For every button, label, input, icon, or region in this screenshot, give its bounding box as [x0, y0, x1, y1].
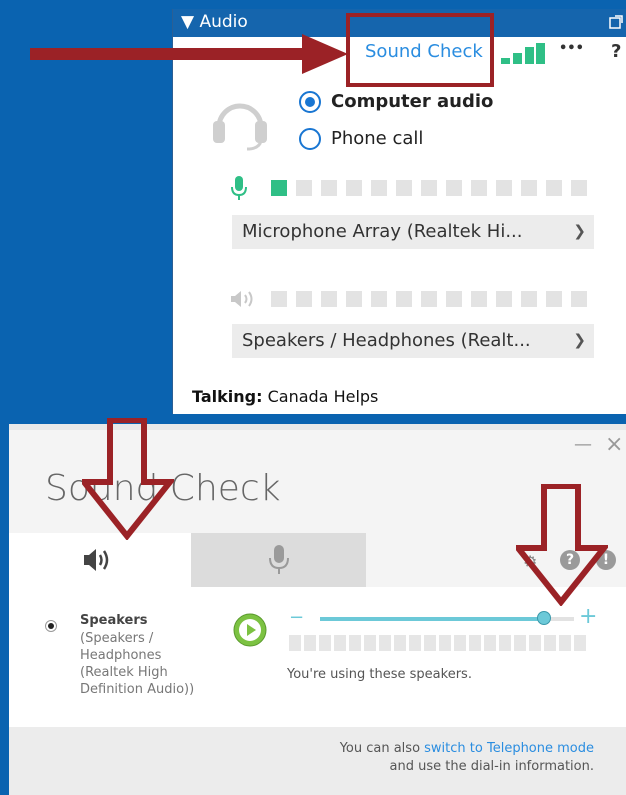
speaker-icon: [84, 549, 109, 571]
speaker-level-meter: [271, 291, 591, 309]
speaker-test-meter: [289, 635, 589, 651]
talking-label: Talking:: [192, 387, 263, 406]
down-arrow-right-annotation: [516, 484, 608, 606]
volume-slider-fill: [320, 617, 544, 621]
microphone-select-value: Microphone Array (Realtek Hi...: [242, 221, 523, 242]
volume-slider-thumb[interactable]: [536, 611, 551, 625]
audio-title[interactable]: ▼ Audio: [181, 12, 248, 32]
telephone-mode-link[interactable]: switch to Telephone mode: [424, 741, 594, 756]
more-options-button[interactable]: •••: [559, 41, 584, 56]
popout-icon[interactable]: [609, 15, 623, 29]
chevron-down-icon: ❯: [573, 331, 586, 349]
speaker-select[interactable]: Speakers / Headphones (Realt... ❯: [232, 324, 594, 358]
headset-icon: [213, 103, 267, 151]
microphone-level-meter: [271, 180, 591, 198]
device-detail: (Speakers / Headphones (Realtek High Def…: [80, 631, 195, 697]
right-arrow-annotation: [30, 34, 348, 74]
close-button[interactable]: ×: [605, 432, 623, 457]
help-button[interactable]: ?: [611, 41, 621, 62]
speaker-select-value: Speakers / Headphones (Realt...: [242, 330, 531, 351]
footer-suffix: and use the dial-in information.: [389, 759, 594, 774]
sound-check-footer: You can also switch to Telephone mode an…: [9, 727, 626, 795]
tab-microphone[interactable]: [191, 533, 366, 587]
microphone-select[interactable]: Microphone Array (Realtek Hi... ❯: [232, 215, 594, 249]
device-name: Speakers: [80, 613, 148, 628]
talking-indicator: Talking: Canada Helps: [192, 387, 378, 406]
phone-call-radio[interactable]: [299, 128, 321, 150]
footer-prefix: You can also: [339, 741, 425, 756]
speaker-device-radio[interactable]: [45, 620, 57, 632]
computer-audio-label[interactable]: Computer audio: [331, 91, 493, 112]
speaker-panel: Speakers (Speakers / Headphones (Realtek…: [9, 587, 626, 727]
speaker-volume-icon: [231, 291, 253, 307]
computer-audio-radio[interactable]: [299, 91, 321, 113]
volume-slider[interactable]: [320, 611, 574, 625]
play-test-sound-button[interactable]: [233, 613, 267, 647]
collapse-triangle-icon[interactable]: ▼: [181, 12, 194, 32]
chevron-down-icon: ❯: [573, 222, 586, 240]
minimize-button[interactable]: —: [574, 434, 592, 455]
volume-down-button[interactable]: −: [289, 607, 304, 628]
phone-call-label[interactable]: Phone call: [331, 128, 423, 149]
down-arrow-left-annotation: [82, 418, 174, 540]
talking-name: Canada Helps: [267, 387, 379, 406]
signal-strength-icon: [501, 43, 545, 64]
tab-speakers[interactable]: [9, 533, 191, 587]
microphone-icon: [231, 176, 247, 200]
sound-check-highlight-box: [346, 13, 494, 87]
microphone-icon: [269, 545, 289, 574]
volume-up-button[interactable]: +: [579, 604, 597, 629]
speaker-status-text: You're using these speakers.: [287, 667, 472, 682]
